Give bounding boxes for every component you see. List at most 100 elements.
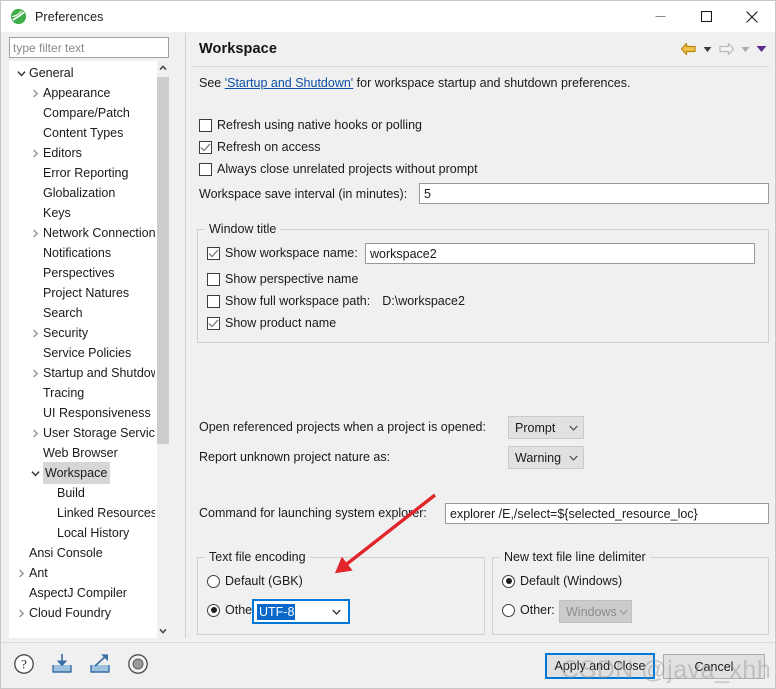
encoding-other-radio[interactable] (207, 604, 220, 617)
forward-arrow-icon (718, 42, 735, 56)
tree-item-appearance[interactable]: Appearance (9, 83, 157, 103)
minimize-button[interactable] (637, 1, 683, 32)
tree-item-ant[interactable]: Ant (9, 563, 157, 583)
chevron-down-icon[interactable] (27, 470, 43, 477)
tree-item-ansi-console[interactable]: Ansi Console (9, 543, 157, 563)
panel-content: See 'Startup and Shutdown' for workspace… (186, 67, 775, 597)
tree-item-web-browser[interactable]: Web Browser (9, 443, 157, 463)
tree-item-startup-and-shutdown[interactable]: Startup and Shutdown (9, 363, 157, 383)
tree-item-label: Web Browser (43, 443, 118, 463)
help-icon[interactable]: ? (11, 651, 37, 677)
tree-item-keys[interactable]: Keys (9, 203, 157, 223)
refresh-on-access-row[interactable]: Refresh on access (199, 140, 321, 154)
startup-shutdown-link[interactable]: 'Startup and Shutdown' (225, 76, 353, 90)
tree-item-general[interactable]: General (9, 63, 157, 83)
filter-input[interactable] (9, 37, 169, 58)
tree-item-security[interactable]: Security (9, 323, 157, 343)
chevron-right-icon[interactable] (27, 149, 43, 158)
encoding-other-combo[interactable]: UTF-8 (252, 599, 350, 624)
back-button[interactable] (677, 39, 699, 59)
workspace-name-input[interactable] (365, 243, 755, 264)
tree-item-project-natures[interactable]: Project Natures (9, 283, 157, 303)
tree-item-label: Keys (43, 203, 71, 223)
tree-item-label: Search (43, 303, 83, 323)
tree-item-cloud-foundry[interactable]: Cloud Foundry (9, 603, 157, 623)
tree-item-service-policies[interactable]: Service Policies (9, 343, 157, 363)
tree-item-editors[interactable]: Editors (9, 143, 157, 163)
back-history-button[interactable] (699, 39, 715, 59)
chevron-right-icon[interactable] (27, 89, 43, 98)
tree-item-content-types[interactable]: Content Types (9, 123, 157, 143)
tree-item-build[interactable]: Build (9, 483, 157, 503)
cancel-button[interactable]: Cancel (663, 654, 765, 679)
intro-prefix: See (199, 76, 225, 90)
chevron-right-icon[interactable] (13, 609, 29, 618)
close-unrelated-projects-checkbox[interactable] (199, 163, 212, 176)
chevron-right-icon[interactable] (13, 569, 29, 578)
title-bar: Preferences (1, 1, 775, 32)
chevron-right-icon[interactable] (27, 369, 43, 378)
show-perspective-name-row[interactable]: Show perspective name (207, 272, 358, 286)
tree-item-error-reporting[interactable]: Error Reporting (9, 163, 157, 183)
export-icon[interactable] (87, 651, 113, 677)
minimize-icon (655, 11, 666, 22)
delimiter-default-row[interactable]: Default (Windows) (502, 574, 622, 588)
chevron-right-icon[interactable] (27, 229, 43, 238)
tree-item-aspectj-compiler[interactable]: AspectJ Compiler (9, 583, 157, 603)
chevron-right-icon[interactable] (27, 429, 43, 438)
delimiter-other-row[interactable]: Other: (502, 603, 555, 617)
tree-item-globalization[interactable]: Globalization (9, 183, 157, 203)
tree-item-tracing[interactable]: Tracing (9, 383, 157, 403)
tree-item-network-connections[interactable]: Network Connections (9, 223, 157, 243)
show-perspective-name-checkbox[interactable] (207, 273, 220, 286)
tree-item-perspectives[interactable]: Perspectives (9, 263, 157, 283)
workspace-preference-page: Workspace (185, 33, 775, 638)
save-interval-input[interactable] (419, 183, 769, 204)
refresh-native-hooks-row[interactable]: Refresh using native hooks or polling (199, 118, 422, 132)
refresh-native-hooks-checkbox[interactable] (199, 119, 212, 132)
report-nature-combo[interactable]: Warning (508, 446, 584, 469)
preference-tree[interactable]: GeneralAppearanceCompare/PatchContent Ty… (9, 61, 169, 638)
tree-item-notifications[interactable]: Notifications (9, 243, 157, 263)
close-button[interactable] (729, 1, 775, 32)
maximize-button[interactable] (683, 1, 729, 32)
tree-item-user-storage-service[interactable]: User Storage Service (9, 423, 157, 443)
scroll-thumb[interactable] (157, 77, 169, 444)
panel-header: Workspace (186, 33, 775, 66)
tree-scrollbar[interactable] (157, 61, 169, 638)
apply-and-close-button[interactable]: Apply and Close (545, 653, 655, 679)
tree-item-ui-responsiveness[interactable]: UI Responsiveness (9, 403, 157, 423)
show-product-name-row[interactable]: Show product name (207, 316, 336, 330)
delimiter-default-radio[interactable] (502, 575, 515, 588)
line-delimiter-legend: New text file line delimiter (500, 550, 650, 564)
encoding-default-radio[interactable] (207, 575, 220, 588)
show-full-workspace-path-row[interactable]: Show full workspace path: D:\workspace2 (207, 294, 465, 308)
tree-item-local-history[interactable]: Local History (9, 523, 157, 543)
show-workspace-name-row[interactable]: Show workspace name: (207, 246, 358, 260)
explorer-command-input[interactable] (445, 503, 769, 524)
scroll-up-button[interactable] (157, 61, 169, 75)
tree-item-label: Error Reporting (43, 163, 128, 183)
chevron-right-icon[interactable] (27, 329, 43, 338)
delimiter-other-radio[interactable] (502, 604, 515, 617)
scroll-down-button[interactable] (157, 624, 169, 638)
tree-item-label: Globalization (43, 183, 115, 203)
encoding-default-row[interactable]: Default (GBK) (207, 574, 303, 588)
show-product-name-checkbox[interactable] (207, 317, 220, 330)
tree-item-compare-patch[interactable]: Compare/Patch (9, 103, 157, 123)
svg-text:?: ? (21, 657, 27, 672)
dialog-footer: ? Apply and Close Cancel (1, 643, 775, 688)
tree-item-workspace[interactable]: Workspace (9, 463, 157, 483)
refresh-on-access-checkbox[interactable] (199, 141, 212, 154)
chevron-down-icon[interactable] (13, 70, 29, 77)
view-menu-button[interactable] (753, 39, 769, 59)
close-unrelated-projects-row[interactable]: Always close unrelated projects without … (199, 162, 478, 176)
show-full-workspace-path-checkbox[interactable] (207, 295, 220, 308)
tree-item-linked-resources[interactable]: Linked Resources (9, 503, 157, 523)
open-referenced-combo[interactable]: Prompt (508, 416, 584, 439)
import-icon[interactable] (49, 651, 75, 677)
show-workspace-name-checkbox[interactable] (207, 247, 220, 260)
record-icon[interactable] (125, 651, 151, 677)
tree-item-search[interactable]: Search (9, 303, 157, 323)
tree-item-label: Startup and Shutdown (43, 363, 155, 383)
